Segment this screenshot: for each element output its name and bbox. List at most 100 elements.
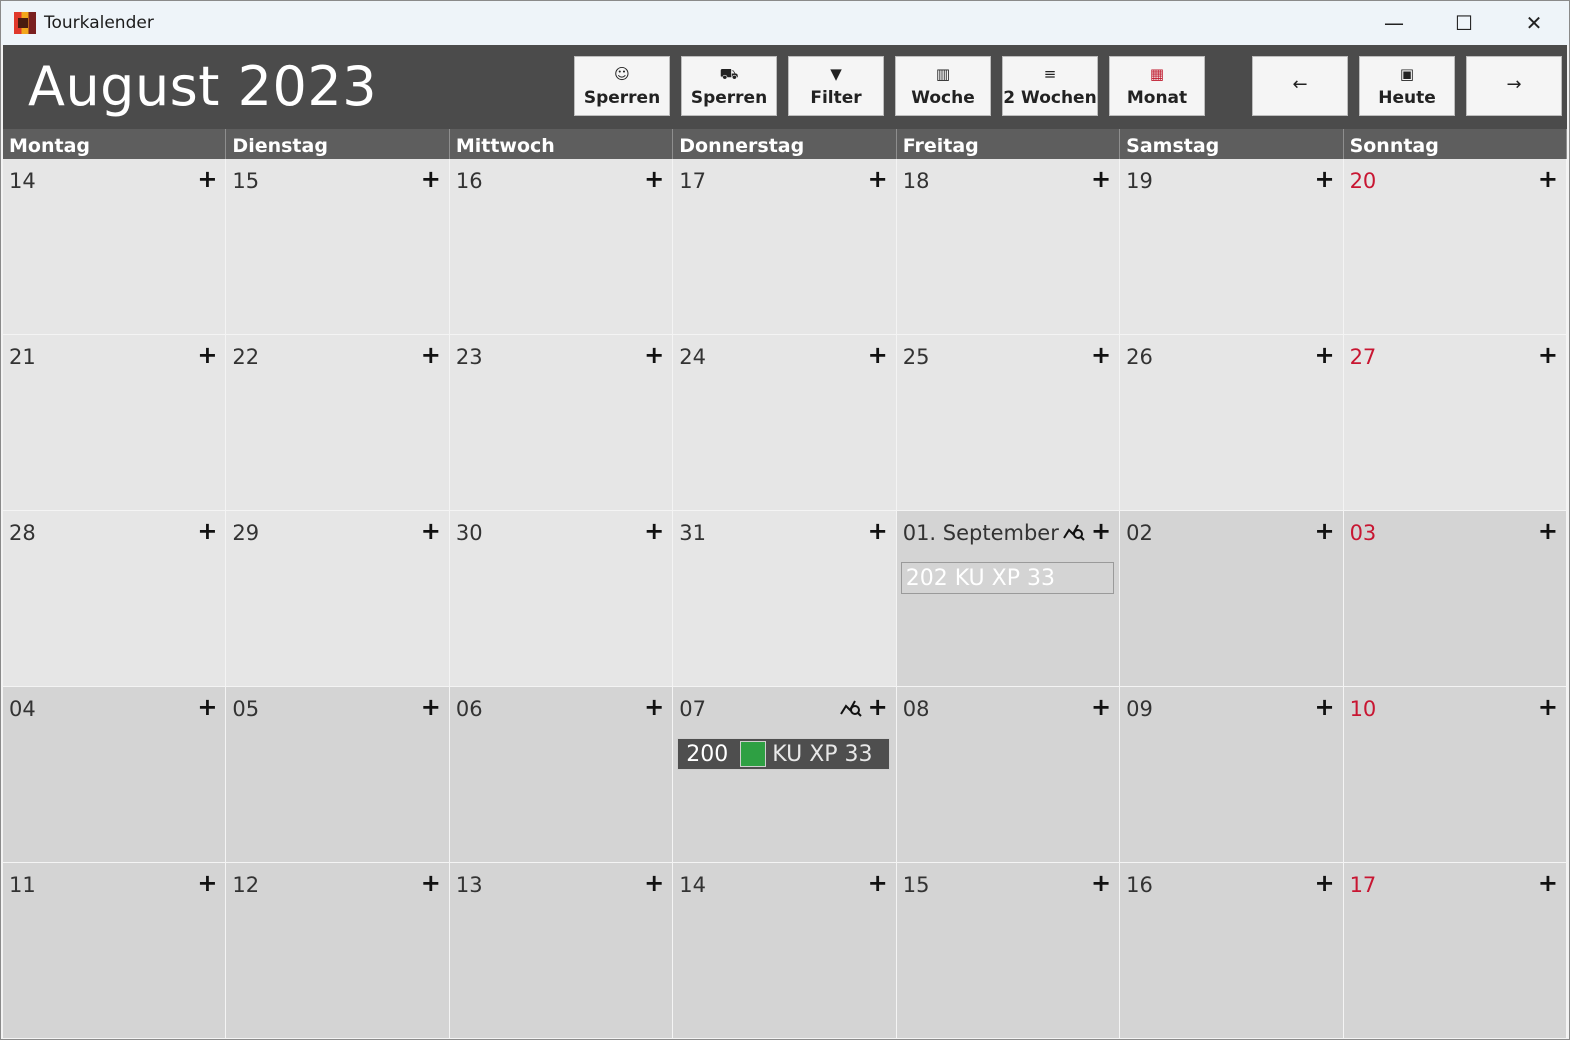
- add-tour-button[interactable]: +: [421, 869, 441, 897]
- day-cell[interactable]: 29 +: [226, 511, 450, 687]
- day-cell[interactable]: 15 +: [226, 159, 450, 335]
- route-search-icon[interactable]: [839, 697, 862, 717]
- day-number: 17: [679, 169, 707, 193]
- tour-entry[interactable]: 200 KU XP 33: [677, 738, 891, 770]
- add-tour-button[interactable]: +: [644, 517, 664, 545]
- route-search-icon[interactable]: [1063, 521, 1085, 541]
- calendar-header: August 2023 ☺ Sperren ⛟ Sperren ▼ Filter…: [3, 45, 1567, 129]
- add-tour-button[interactable]: +: [197, 517, 217, 545]
- add-tour-button[interactable]: +: [644, 165, 664, 193]
- day-cell[interactable]: 26 +: [1120, 335, 1344, 511]
- block-driver-button[interactable]: ☺ Sperren: [574, 56, 670, 116]
- day-cell[interactable]: 16 +: [449, 159, 674, 335]
- day-cell[interactable]: 25 +: [896, 335, 1121, 511]
- next-button[interactable]: →: [1466, 56, 1562, 116]
- add-tour-button[interactable]: +: [1538, 869, 1558, 897]
- day-cell[interactable]: 08 +: [896, 687, 1121, 863]
- day-cell[interactable]: 10 +: [1343, 687, 1567, 863]
- truck-icon: ⛟: [719, 64, 739, 83]
- add-tour-button[interactable]: +: [1314, 693, 1334, 721]
- day-number: 16: [455, 169, 483, 193]
- day-number: 20: [1349, 169, 1377, 193]
- day-cell[interactable]: 28 +: [3, 511, 227, 687]
- add-tour-button[interactable]: +: [1314, 517, 1334, 545]
- close-button[interactable]: ✕: [1499, 1, 1569, 45]
- add-tour-button[interactable]: +: [1091, 341, 1111, 369]
- add-tour-button[interactable]: +: [421, 517, 441, 545]
- previous-button[interactable]: ←: [1252, 56, 1348, 116]
- day-cell[interactable]: 14 +: [673, 863, 897, 1039]
- day-cell[interactable]: 12 +: [226, 863, 450, 1039]
- add-tour-button[interactable]: +: [1538, 517, 1558, 545]
- day-cell[interactable]: 16 +: [1120, 863, 1344, 1039]
- day-cell[interactable]: 14 +: [3, 159, 227, 335]
- day-cell[interactable]: 17 +: [1343, 863, 1567, 1039]
- day-cell[interactable]: 24 +: [673, 335, 897, 511]
- add-tour-button[interactable]: +: [1091, 869, 1111, 897]
- add-tour-button[interactable]: +: [1538, 165, 1558, 193]
- day-number: 07: [679, 697, 707, 721]
- add-tour-button[interactable]: +: [644, 693, 664, 721]
- day-cell[interactable]: 23 +: [449, 335, 674, 511]
- day-number: 21: [9, 345, 36, 369]
- day-cell[interactable]: 06 +: [449, 687, 674, 863]
- day-cell[interactable]: 18 +: [896, 159, 1121, 335]
- add-tour-button[interactable]: +: [868, 869, 888, 897]
- day-number: 16: [1126, 873, 1153, 897]
- add-tour-button[interactable]: +: [1538, 693, 1558, 721]
- day-cell[interactable]: 02 +: [1120, 511, 1344, 687]
- today-button[interactable]: ▣ Heute: [1359, 56, 1455, 116]
- day-cell[interactable]: 27 +: [1343, 335, 1567, 511]
- filter-button[interactable]: ▼ Filter: [788, 56, 884, 116]
- add-tour-button[interactable]: +: [868, 165, 888, 193]
- add-tour-button[interactable]: +: [868, 693, 888, 721]
- day-cell[interactable]: 22 +: [226, 335, 450, 511]
- add-tour-button[interactable]: +: [1314, 165, 1334, 193]
- add-tour-button[interactable]: +: [1091, 165, 1111, 193]
- add-tour-button[interactable]: +: [1091, 693, 1111, 721]
- add-tour-button[interactable]: +: [868, 341, 888, 369]
- day-cell[interactable]: 17 +: [673, 159, 897, 335]
- day-cell[interactable]: 31 +: [673, 511, 897, 687]
- window-title: Tourkalender: [44, 13, 154, 33]
- view-week-button[interactable]: ▥ Woche: [895, 56, 991, 116]
- add-tour-button[interactable]: +: [1538, 341, 1558, 369]
- block-truck-button[interactable]: ⛟ Sperren: [681, 56, 777, 116]
- add-tour-button[interactable]: +: [868, 517, 888, 545]
- view-two-weeks-button[interactable]: ≡ 2 Wochen: [1002, 56, 1098, 116]
- day-cell[interactable]: 20 +: [1343, 159, 1567, 335]
- day-cell[interactable]: 21 +: [3, 335, 227, 511]
- day-cell[interactable]: 04 +: [3, 687, 227, 863]
- weekday-header-sonntag: Sonntag: [1344, 129, 1567, 159]
- day-cell[interactable]: 15 +: [896, 863, 1121, 1039]
- day-number: 26: [1126, 345, 1153, 369]
- day-cell[interactable]: 13 +: [449, 863, 674, 1039]
- app-window: Tourkalender — ☐ ✕ August 2023 ☺ Sperren…: [0, 0, 1570, 1040]
- day-cell[interactable]: 09 +: [1120, 687, 1344, 863]
- tour-entry[interactable]: 202 KU XP 33: [900, 562, 1114, 594]
- add-tour-button[interactable]: +: [197, 165, 217, 193]
- weekday-header-mittwoch: Mittwoch: [450, 129, 674, 159]
- day-cell[interactable]: 05 +: [226, 687, 450, 863]
- add-tour-button[interactable]: +: [421, 165, 441, 193]
- view-month-button[interactable]: ▦ Monat: [1109, 56, 1205, 116]
- add-tour-button[interactable]: +: [421, 341, 441, 369]
- day-number: 06: [455, 697, 483, 721]
- day-cell[interactable]: 01. September +202 KU XP 33: [896, 511, 1121, 687]
- add-tour-button[interactable]: +: [197, 869, 217, 897]
- day-cell[interactable]: 03 +: [1343, 511, 1567, 687]
- day-cell[interactable]: 30 +: [449, 511, 674, 687]
- add-tour-button[interactable]: +: [1091, 517, 1111, 545]
- add-tour-button[interactable]: +: [644, 869, 664, 897]
- day-cell[interactable]: 19 +: [1120, 159, 1344, 335]
- add-tour-button[interactable]: +: [197, 341, 217, 369]
- add-tour-button[interactable]: +: [1314, 341, 1334, 369]
- day-cell[interactable]: 07 +200 KU XP 33: [673, 687, 897, 863]
- maximize-button[interactable]: ☐: [1429, 1, 1499, 45]
- add-tour-button[interactable]: +: [421, 693, 441, 721]
- add-tour-button[interactable]: +: [197, 693, 217, 721]
- day-cell[interactable]: 11 +: [3, 863, 227, 1039]
- minimize-button[interactable]: —: [1359, 1, 1429, 45]
- add-tour-button[interactable]: +: [1314, 869, 1334, 897]
- add-tour-button[interactable]: +: [644, 341, 664, 369]
